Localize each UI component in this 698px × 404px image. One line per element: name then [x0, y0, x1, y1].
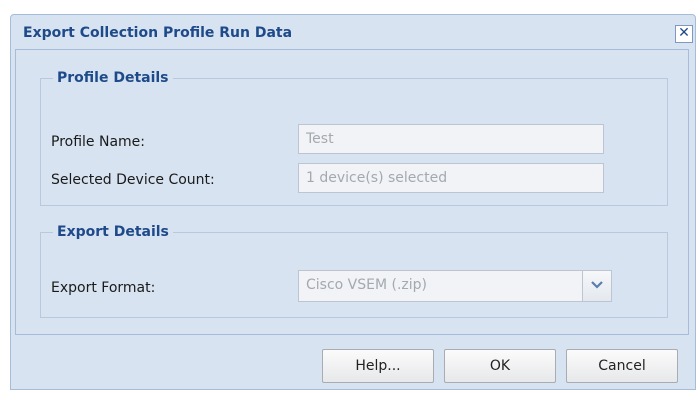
ok-button[interactable]: OK [444, 349, 556, 383]
profile-name-input[interactable] [298, 124, 604, 154]
help-button[interactable]: Help... [322, 349, 434, 383]
dropdown-toggle[interactable] [582, 271, 611, 301]
chevron-down-icon [591, 281, 603, 289]
export-details-legend: Export Details [57, 224, 169, 240]
export-format-select[interactable]: Cisco VSEM (.zip) [298, 270, 612, 302]
device-count-input[interactable] [298, 163, 604, 193]
cancel-button[interactable]: Cancel [566, 349, 678, 383]
dialog-body: Profile Details Profile Name: Selected D… [15, 49, 689, 335]
profile-name-label: Profile Name: [51, 134, 146, 150]
dialog-title: Export Collection Profile Run Data [23, 25, 293, 41]
close-button[interactable]: ✕ [675, 25, 693, 43]
close-icon: ✕ [678, 25, 690, 41]
export-format-label: Export Format: [51, 280, 156, 296]
export-dialog: Export Collection Profile Run Data ✕ Pro… [10, 14, 696, 390]
device-count-label: Selected Device Count: [51, 172, 215, 188]
dialog-titlebar: Export Collection Profile Run Data ✕ [11, 15, 695, 49]
export-format-value: Cisco VSEM (.zip) [306, 277, 428, 293]
profile-details-legend: Profile Details [57, 70, 169, 86]
